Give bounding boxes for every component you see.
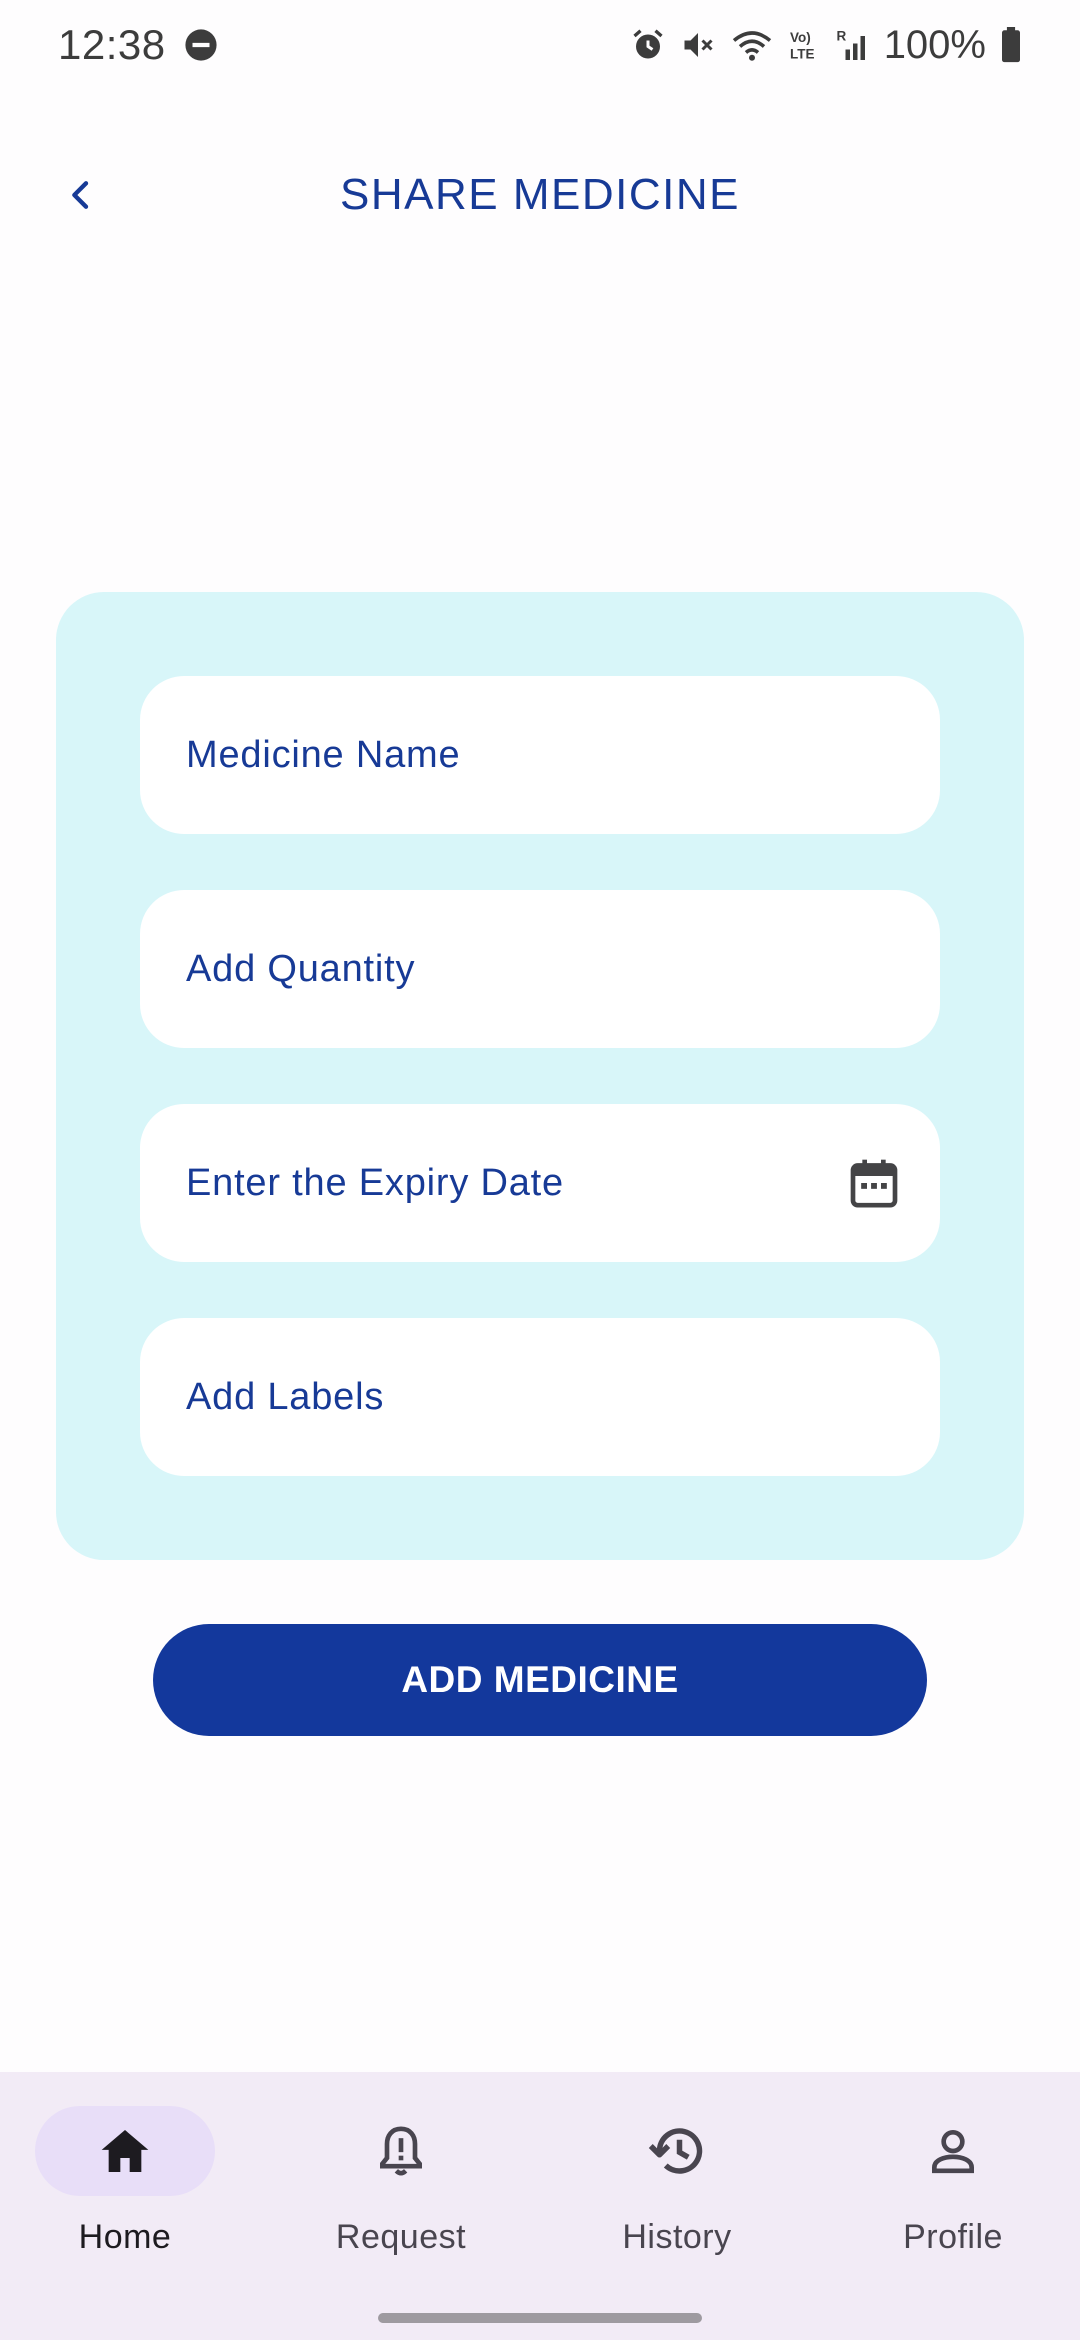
medicine-name-input[interactable] bbox=[186, 733, 894, 777]
status-time: 12:38 bbox=[58, 21, 166, 68]
app-header: SHARE MEDICINE bbox=[0, 150, 1080, 240]
wifi-icon bbox=[732, 31, 771, 61]
medicine-name-field-container bbox=[140, 676, 940, 834]
chevron-left-icon bbox=[72, 181, 89, 209]
alarm-icon bbox=[633, 29, 663, 59]
svg-text:Vo): Vo) bbox=[790, 30, 811, 45]
nav-active-indicator bbox=[35, 2106, 215, 2196]
home-icon bbox=[101, 2130, 149, 2172]
quantity-input[interactable] bbox=[186, 947, 894, 991]
nav-label-request: Request bbox=[335, 2218, 467, 2256]
nav-item-home[interactable]: Home bbox=[25, 2106, 225, 2276]
nav-icon-wrap-request bbox=[311, 2106, 491, 2196]
signal-icon: R bbox=[836, 29, 865, 60]
calendar-button[interactable] bbox=[844, 1153, 904, 1213]
bottom-navigation: Home Request History Profile bbox=[0, 2072, 1080, 2340]
svg-text:LTE: LTE bbox=[790, 47, 815, 62]
share-medicine-screen: 12:38 Vo) LTE R 100% SHARE MEDICINE Medi… bbox=[0, 0, 1080, 2340]
dnd-icon bbox=[185, 29, 217, 61]
mute-icon bbox=[684, 33, 713, 57]
status-left: 12:38 bbox=[58, 21, 218, 69]
nav-item-history[interactable]: History bbox=[577, 2106, 777, 2276]
back-button[interactable] bbox=[48, 162, 114, 228]
calendar-icon bbox=[850, 1159, 898, 1208]
nav-icon-wrap-history bbox=[587, 2106, 767, 2196]
gesture-handle[interactable] bbox=[378, 2313, 702, 2323]
nav-item-request[interactable]: Request bbox=[301, 2106, 501, 2276]
nav-label-profile: Profile bbox=[903, 2218, 1003, 2256]
svg-text:R: R bbox=[836, 29, 846, 44]
nav-item-profile[interactable]: Profile bbox=[853, 2106, 1053, 2276]
nav-label-home: Home bbox=[78, 2218, 172, 2256]
labels-input[interactable] bbox=[186, 1375, 894, 1419]
battery-icon bbox=[1002, 27, 1020, 63]
status-right: Vo) LTE R 100% bbox=[630, 23, 1022, 68]
nav-icon-wrap-profile bbox=[863, 2106, 1043, 2196]
expiry-date-field-container bbox=[140, 1104, 940, 1262]
add-medicine-button[interactable]: ADD MEDICINE bbox=[153, 1624, 927, 1736]
volte-icon: Vo) LTE bbox=[790, 30, 815, 62]
page-title: SHARE MEDICINE bbox=[340, 170, 740, 219]
battery-text: 100% bbox=[883, 22, 986, 67]
bell-alert-icon bbox=[380, 2126, 422, 2176]
medicine-form-card bbox=[56, 592, 1024, 1560]
person-icon bbox=[932, 2130, 974, 2174]
labels-field-container bbox=[140, 1318, 940, 1476]
history-icon bbox=[648, 2128, 703, 2174]
nav-label-history: History bbox=[622, 2218, 732, 2256]
expiry-date-input[interactable] bbox=[186, 1161, 894, 1205]
quantity-field-container bbox=[140, 890, 940, 1048]
status-bar: 12:38 Vo) LTE R 100% bbox=[0, 0, 1080, 90]
